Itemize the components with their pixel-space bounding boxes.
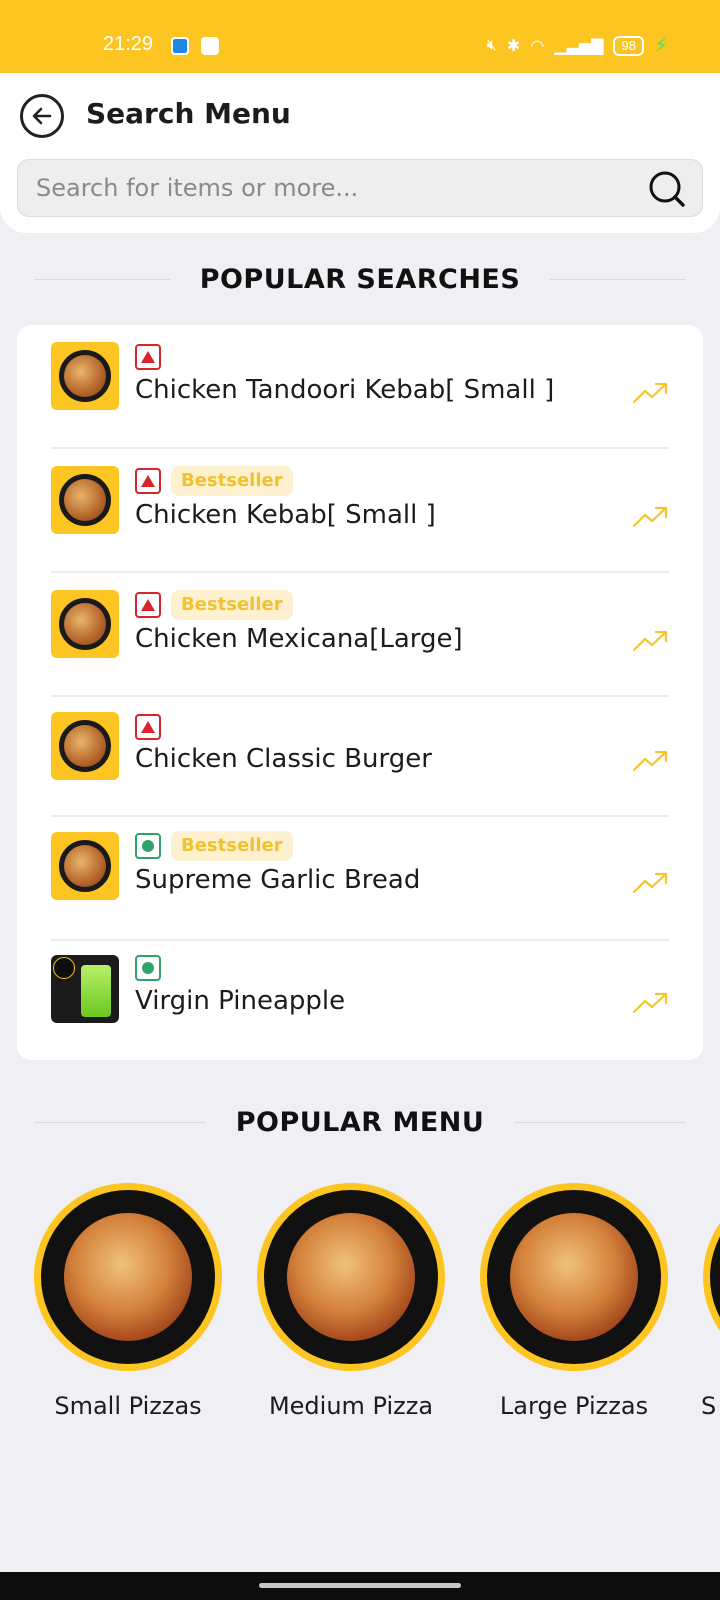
divider [514, 1121, 687, 1123]
search-icon[interactable] [648, 170, 686, 208]
item-name: Chicken Classic Burger [135, 744, 432, 774]
menu-category-small-pizzas[interactable]: Small Pizzas [28, 1180, 228, 1420]
divider [550, 278, 686, 280]
item-thumbnail [51, 832, 119, 900]
trending-icon [633, 750, 668, 772]
status-time: 21:29 [103, 33, 154, 55]
status-icons: 🔇︎ ✱ ◠ ▁▃▅▇ 98 ⚡︎ [487, 33, 668, 58]
category-label: Large Pizzas [499, 1392, 649, 1420]
search-item-chicken-mexicana[interactable]: Bestseller Chicken Mexicana[Large] [51, 573, 669, 697]
back-arrow-icon [32, 107, 52, 125]
trending-icon [633, 992, 668, 1014]
item-thumbnail [51, 466, 119, 534]
item-thumbnail [51, 712, 119, 780]
search-item-chicken-classic-burger[interactable]: Chicken Classic Burger [51, 697, 669, 817]
category-image [257, 1183, 445, 1371]
search-item-chicken-tandoori-kebab[interactable]: Chicken Tandoori Kebab[ Small ] [51, 325, 669, 449]
trending-icon [633, 382, 668, 404]
search-item-supreme-garlic-bread[interactable]: Bestseller Supreme Garlic Bread [51, 817, 669, 941]
item-name: Chicken Mexicana[Large] [135, 624, 463, 654]
wifi-icon: ◠ [530, 37, 545, 55]
system-nav-bar [0, 1572, 720, 1600]
popular-menu-heading: POPULAR MENU [34, 1102, 687, 1142]
category-label: Small Pizzas [54, 1392, 202, 1420]
item-name: Chicken Tandoori Kebab[ Small ] [135, 375, 555, 405]
search-item-virgin-pineapple[interactable]: Virgin Pineapple [51, 941, 669, 1060]
category-image [703, 1183, 720, 1371]
bluetooth-icon: ✱ [506, 37, 521, 55]
category-image [34, 1183, 222, 1371]
menu-category-large-pizzas[interactable]: Large Pizzas [474, 1180, 674, 1420]
search-item-chicken-kebab[interactable]: Bestseller Chicken Kebab[ Small ] [51, 449, 669, 573]
nonveg-icon [135, 592, 161, 618]
section-title: POPULAR SEARCHES [199, 263, 521, 295]
category-label: Medium Pizza [268, 1392, 434, 1420]
bestseller-badge: Bestseller [171, 466, 293, 496]
nonveg-icon [135, 344, 161, 370]
veg-icon [135, 955, 161, 981]
nonveg-icon [135, 468, 161, 494]
status-bar: 21:29 🔇︎ ✱ ◠ ▁▃▅▇ 98 ⚡︎ [0, 0, 720, 73]
bestseller-badge: Bestseller [171, 831, 293, 861]
mute-icon: 🔇︎ [486, 36, 497, 54]
item-thumbnail [51, 590, 119, 658]
divider [34, 1121, 206, 1123]
bestseller-badge: Bestseller [171, 590, 293, 620]
search-input[interactable] [36, 160, 616, 216]
popular-searches-list: Chicken Tandoori Kebab[ Small ] Bestsell… [17, 325, 703, 1060]
nonveg-icon [135, 714, 161, 740]
home-gesture-handle[interactable] [259, 1583, 461, 1588]
veg-icon [135, 833, 161, 859]
notification-app-icon [171, 37, 189, 55]
menu-category-medium-pizza[interactable]: Medium Pizza [251, 1180, 451, 1420]
category-image [480, 1183, 668, 1371]
signal-icon: ▁▃▅▇ [554, 37, 604, 55]
category-label: S [701, 1392, 717, 1420]
search-header: Search Menu [0, 73, 720, 233]
notification-app-icon-2 [201, 37, 219, 55]
charging-icon: ⚡︎ [653, 35, 668, 57]
section-title: POPULAR MENU [235, 1106, 485, 1138]
item-thumbnail [51, 342, 119, 410]
page-title: Search Menu [86, 97, 291, 130]
item-name: Virgin Pineapple [135, 986, 346, 1016]
item-thumbnail [51, 955, 119, 1023]
battery-icon: 98 [613, 35, 644, 56]
item-name: Chicken Kebab[ Small ] [135, 500, 436, 530]
popular-menu-carousel[interactable]: Small Pizzas Medium Pizza Large Pizzas S [0, 1180, 720, 1420]
back-button[interactable] [20, 94, 64, 138]
trending-icon [633, 506, 668, 528]
popular-searches-heading: POPULAR SEARCHES [34, 259, 686, 299]
search-bar[interactable] [17, 159, 703, 217]
menu-category-partial[interactable]: S [697, 1180, 720, 1420]
trending-icon [633, 872, 668, 894]
item-name: Supreme Garlic Bread [135, 865, 421, 895]
trending-icon [633, 630, 668, 652]
divider [34, 278, 170, 280]
